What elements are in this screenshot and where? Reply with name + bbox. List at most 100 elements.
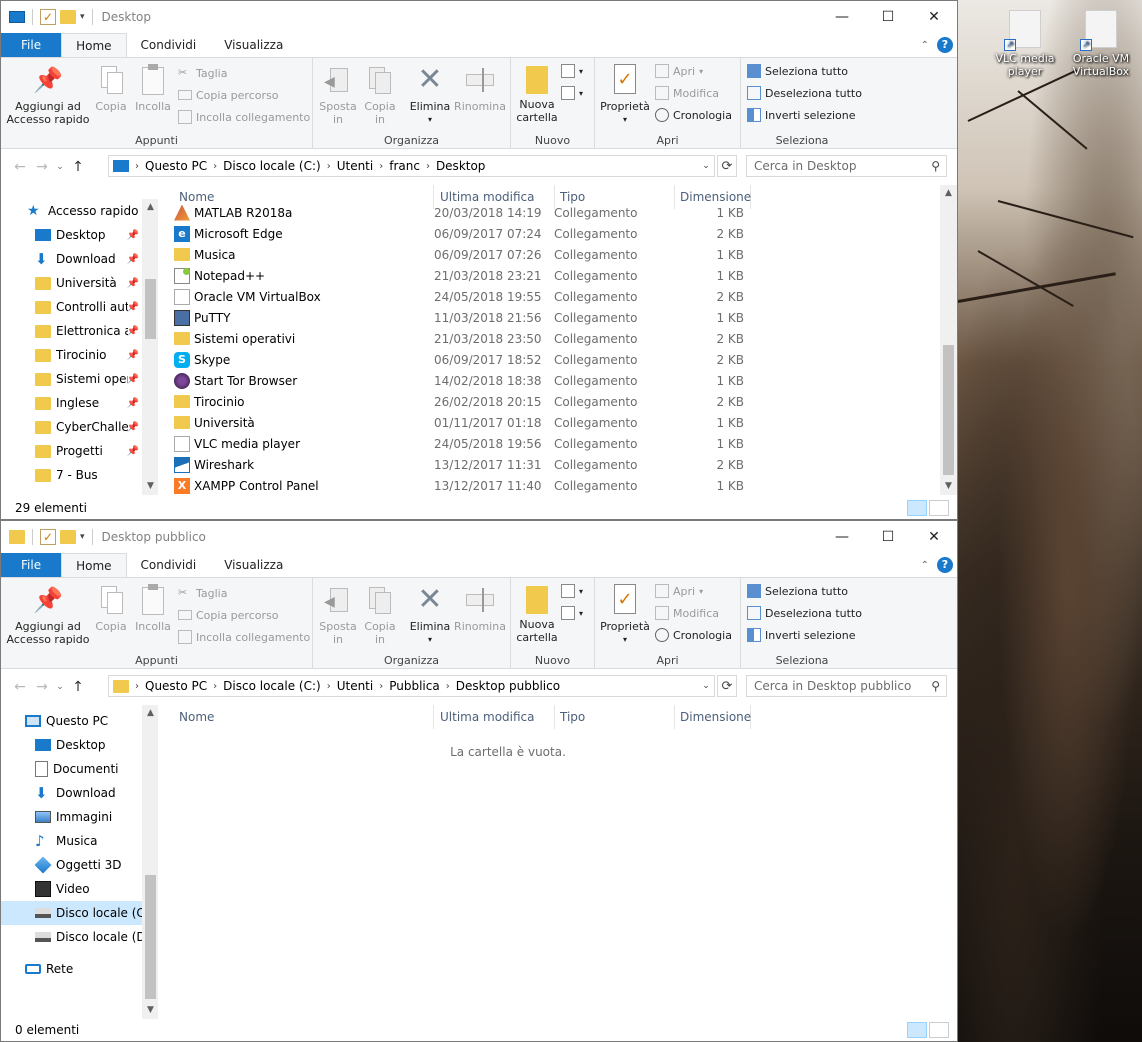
nav-item-progetti[interactable]: Progetti 📌 bbox=[1, 439, 143, 463]
new-folder-button[interactable]: Nuova cartella bbox=[515, 64, 559, 124]
table-row[interactable]: Wireshark 13/12/2017 11:31 Collegamento 2 K… bbox=[174, 454, 759, 475]
tab-home[interactable]: Home bbox=[61, 553, 127, 577]
nav-item-this-pc[interactable]: Questo PC bbox=[1, 709, 143, 733]
table-row[interactable]: Oracle VM VirtualBox 24/05/2018 19:55 Coll… bbox=[174, 286, 759, 307]
copy-to-button[interactable]: Copia in bbox=[359, 584, 401, 646]
breadcrumb-item[interactable]: Disco locale (C:) bbox=[223, 679, 321, 693]
new-folder-button[interactable]: Nuova cartella bbox=[515, 584, 559, 644]
edit-button[interactable]: Modifica bbox=[655, 604, 719, 622]
select-none-button[interactable]: Deseleziona tutto bbox=[747, 604, 862, 622]
help-icon[interactable]: ? bbox=[937, 557, 953, 573]
delete-button[interactable]: ✕ Elimina ▾ bbox=[407, 584, 453, 646]
move-to-button[interactable]: ◀ Sposta in bbox=[317, 64, 359, 126]
nav-item-inglese[interactable]: Inglese 📌 bbox=[1, 391, 143, 415]
tab-view[interactable]: Visualizza bbox=[210, 553, 297, 577]
table-row[interactable]: VLC media player 24/05/2018 19:56 Collegam… bbox=[174, 433, 759, 454]
close-button[interactable]: ✕ bbox=[911, 521, 957, 553]
address-box[interactable]: › Questo PC › Disco locale (C:) › Utenti… bbox=[108, 675, 715, 697]
table-row[interactable]: Start Tor Browser 14/02/2018 18:38 Collega… bbox=[174, 370, 759, 391]
cut-button[interactable]: ✂ Taglia bbox=[178, 64, 227, 82]
scroll-up-icon[interactable]: ▲ bbox=[142, 705, 158, 722]
nav-item-quick-access[interactable]: ★ Accesso rapido bbox=[1, 199, 143, 223]
nav-scroll-thumb[interactable] bbox=[145, 875, 156, 999]
nav-item-video[interactable]: Video bbox=[1, 877, 143, 901]
nav-item-elettronica[interactable]: Elettronica applicata📌 bbox=[1, 319, 143, 343]
rename-button[interactable]: Rinomina bbox=[453, 64, 507, 113]
paste-button[interactable]: Incolla bbox=[133, 584, 173, 633]
collapse-ribbon-icon[interactable]: ⌃ bbox=[921, 40, 929, 51]
file-scroll-thumb[interactable] bbox=[943, 345, 954, 475]
paste-shortcut-button[interactable]: Incolla collegamento bbox=[178, 108, 310, 126]
nav-item-sistemi[interactable]: Sistemi operativi📌 bbox=[1, 367, 143, 391]
copy-button[interactable]: Copia bbox=[91, 64, 131, 113]
table-row[interactable]: Sistemi operativi 21/03/2018 23:50 Collega… bbox=[174, 328, 759, 349]
breadcrumb-item[interactable]: Pubblica bbox=[389, 679, 439, 693]
nav-item-network[interactable]: Rete bbox=[1, 957, 143, 981]
nav-scrollbar[interactable]: ▲ ▼ bbox=[142, 199, 158, 495]
paste-shortcut-button[interactable]: Incolla collegamento bbox=[178, 628, 310, 646]
delete-button[interactable]: ✕ Elimina ▾ bbox=[407, 64, 453, 126]
close-button[interactable]: ✕ bbox=[911, 1, 957, 33]
history-button[interactable]: Cronologia bbox=[655, 106, 732, 124]
nav-item-drive-c[interactable]: Disco locale (C:) bbox=[1, 901, 143, 925]
column-type[interactable]: Tipo bbox=[555, 705, 675, 729]
nav-item-universita[interactable]: Università 📌 bbox=[1, 271, 143, 295]
scroll-down-icon[interactable]: ▼ bbox=[940, 478, 957, 495]
collapse-ribbon-icon[interactable]: ⌃ bbox=[921, 560, 929, 571]
breadcrumb-item[interactable]: Desktop pubblico bbox=[456, 679, 560, 693]
nav-item-controlli[interactable]: Controlli automatici📌 bbox=[1, 295, 143, 319]
new-folder-qat-icon[interactable] bbox=[60, 10, 76, 24]
up-button[interactable]: ↑ bbox=[67, 156, 89, 178]
select-all-button[interactable]: Seleziona tutto bbox=[747, 62, 848, 80]
minimize-button[interactable]: — bbox=[819, 1, 865, 33]
nav-item-3d-objects[interactable]: Oggetti 3D bbox=[1, 853, 143, 877]
pin-quick-access-button[interactable]: 📌 Aggiungi ad Accesso rapido bbox=[5, 64, 91, 126]
scroll-down-icon[interactable]: ▼ bbox=[142, 478, 158, 495]
rename-button[interactable]: Rinomina bbox=[453, 584, 507, 633]
nav-item-documents[interactable]: Documenti bbox=[1, 757, 143, 781]
large-icons-view-button[interactable] bbox=[929, 1022, 949, 1038]
properties-button[interactable]: ✓ Proprietà ▾ bbox=[597, 584, 653, 646]
search-box[interactable]: Cerca in Desktop ⚲ bbox=[746, 155, 947, 177]
scroll-down-icon[interactable]: ▼ bbox=[142, 1002, 158, 1019]
help-icon[interactable]: ? bbox=[937, 37, 953, 53]
pin-quick-access-button[interactable]: 📌 Aggiungi ad Accesso rapido bbox=[5, 584, 91, 646]
table-row[interactable]: Notepad++ 21/03/2018 23:21 Collegamento 1 K… bbox=[174, 265, 759, 286]
minimize-button[interactable]: — bbox=[819, 521, 865, 553]
table-row[interactable]: S Skype 06/09/2017 18:52 Collegamento 2 KB bbox=[174, 349, 759, 370]
search-box[interactable]: Cerca in Desktop pubblico ⚲ bbox=[746, 675, 947, 697]
up-button[interactable]: ↑ bbox=[67, 676, 89, 698]
copy-path-button[interactable]: Copia percorso bbox=[178, 86, 278, 104]
easy-access-button[interactable]: ▾ bbox=[561, 604, 583, 622]
nav-item-drive-d[interactable]: Disco locale (D:) bbox=[1, 925, 143, 949]
table-row[interactable]: e Microsoft Edge 06/09/2017 07:24 Collegame… bbox=[174, 223, 759, 244]
select-none-button[interactable]: Deseleziona tutto bbox=[747, 84, 862, 102]
edit-button[interactable]: Modifica bbox=[655, 84, 719, 102]
tab-file[interactable]: File bbox=[1, 553, 62, 577]
breadcrumb-item[interactable]: Utenti bbox=[337, 679, 374, 693]
table-row[interactable]: PuTTY 11/03/2018 21:56 Collegamento 1 KB bbox=[174, 307, 759, 328]
refresh-button[interactable]: ⟳ bbox=[717, 155, 737, 177]
large-icons-view-button[interactable] bbox=[929, 500, 949, 516]
nav-scrollbar[interactable]: ▲ ▼ bbox=[142, 705, 158, 1019]
maximize-button[interactable]: ☐ bbox=[865, 1, 911, 33]
breadcrumb-item[interactable]: franc bbox=[389, 159, 420, 173]
tab-file[interactable]: File bbox=[1, 33, 62, 57]
table-row[interactable]: Tirocinio 26/02/2018 20:15 Collegamento 2 K… bbox=[174, 391, 759, 412]
nav-item-cyberchallenge[interactable]: CyberChallenge📌 bbox=[1, 415, 143, 439]
forward-button[interactable]: → bbox=[31, 676, 53, 698]
nav-item-music[interactable]: ♪ Musica bbox=[1, 829, 143, 853]
nav-item-tirocinio[interactable]: Tirocinio 📌 bbox=[1, 343, 143, 367]
history-button[interactable]: Cronologia bbox=[655, 626, 732, 644]
new-item-button[interactable]: ▾ bbox=[561, 582, 583, 600]
address-dropdown-icon[interactable]: ⌄ bbox=[697, 675, 715, 697]
open-button[interactable]: Apri ▾ bbox=[655, 582, 703, 600]
properties-check-icon[interactable]: ✓ bbox=[40, 529, 56, 545]
properties-check-icon[interactable]: ✓ bbox=[40, 9, 56, 25]
cut-button[interactable]: ✂ Taglia bbox=[178, 584, 227, 602]
address-box[interactable]: › Questo PC › Disco locale (C:) › Utenti… bbox=[108, 155, 715, 177]
qat-dropdown-icon[interactable]: ▾ bbox=[80, 532, 85, 542]
nav-item-7-bus[interactable]: 7 - Bus bbox=[1, 463, 143, 487]
nav-item-pictures[interactable]: Immagini bbox=[1, 805, 143, 829]
nav-item-download[interactable]: ⬇ Download bbox=[1, 781, 143, 805]
